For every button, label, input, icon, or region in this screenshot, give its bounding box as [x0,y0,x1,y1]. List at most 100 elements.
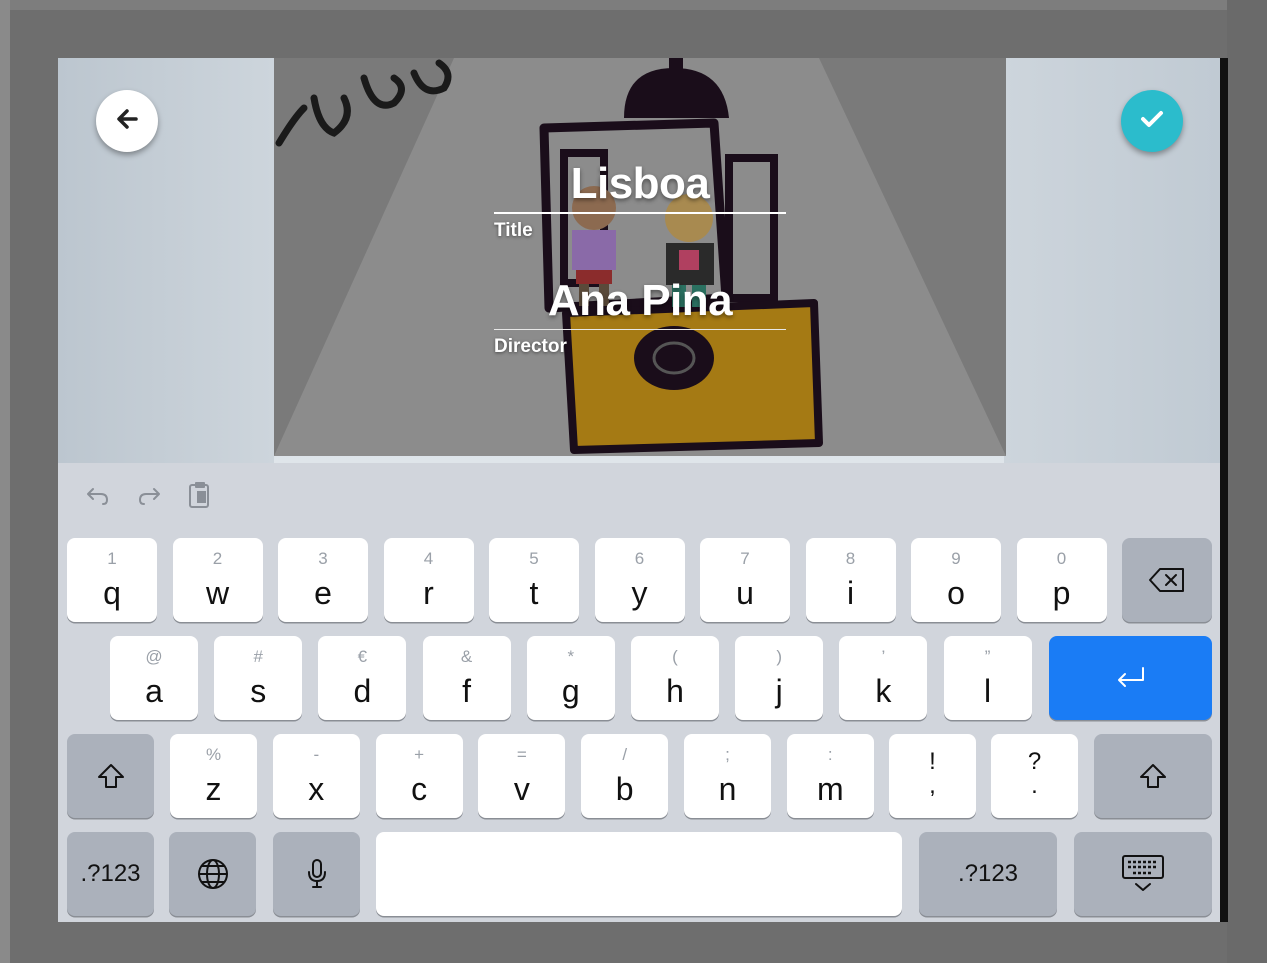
numbers-key-right[interactable]: .?123 [919,832,1057,916]
key-alt-char: ; [725,745,730,764]
key-alt-char: 0 [1056,549,1067,568]
key-p[interactable]: 0p [1016,538,1107,622]
key-question-period[interactable]: ? . [991,734,1078,818]
key-b[interactable]: / b [581,734,669,818]
key-main-char: d [353,673,372,709]
key-u[interactable]: 7u [700,538,790,622]
key-alt-char: 3 [318,549,328,568]
key-alt-char: : [827,745,833,764]
key-o[interactable]: 9o [911,538,1001,622]
key-main-char: y [631,575,648,611]
key-alt-char: ( [672,647,678,666]
key-d[interactable]: € d [318,636,407,720]
key-exclamation-comma[interactable]: ! , [889,734,976,818]
key-n[interactable]: ; n [684,734,771,818]
key-s[interactable]: # s [214,636,303,720]
key-alt-char: ) [776,647,783,666]
space-key[interactable] [376,832,902,916]
key-alt-char: ” [984,647,991,666]
title-underline [494,212,786,214]
key-v[interactable]: = v [478,734,566,818]
key-alt-char: 8 [845,549,856,568]
key-j[interactable]: ) j [735,636,824,720]
key-alt-char: € [357,647,368,666]
key-y[interactable]: 6y [594,538,685,622]
key-main-char: e [314,575,332,611]
key-alt-char: 5 [529,549,539,568]
backspace-icon [1122,538,1212,622]
key-alt-char: 2 [212,549,223,568]
shift-key-left[interactable] [67,734,154,818]
key-c[interactable]: + c [375,734,463,818]
return-key[interactable] [1049,636,1212,720]
director-input[interactable]: Ana Pina [494,275,786,327]
key-alt-char: 1 [107,549,117,568]
director-field[interactable]: Ana Pina Director [494,275,786,358]
shift-key-right[interactable] [1094,734,1212,818]
key-alt-char: @ [145,647,163,666]
key-alt-char: # [253,647,263,666]
key-g[interactable]: * g [526,636,615,720]
microphone-key[interactable] [273,832,360,916]
key-alt-char: - [313,745,320,764]
device-edge [1220,58,1228,922]
return-icon [1049,636,1212,720]
key-x[interactable]: -x [272,734,360,818]
hide-keyboard-key[interactable] [1074,832,1212,916]
key-main-char: n [718,771,737,807]
key-main-char: i [846,575,855,611]
key-main-char: f [462,673,472,709]
title-input[interactable]: Lisboa [494,158,786,210]
keyboard-hide-icon [1074,832,1212,916]
stage-wall-right [1004,58,1220,463]
key-alt-char: 9 [951,549,961,568]
stage-wall-left [58,58,274,463]
key-l[interactable]: ” l [943,636,1032,720]
director-underline [494,329,786,330]
key-top-char: ? [1027,748,1042,775]
key-alt-char: % [205,745,222,764]
globe-key[interactable] [169,832,256,916]
numbers-key-left[interactable]: .?123 [67,832,154,916]
outer-frame-left [0,0,10,963]
backspace-key[interactable] [1122,538,1212,622]
key-k[interactable]: ’ k [839,636,928,720]
undo-icon[interactable] [84,481,112,509]
key-m[interactable]: :m [786,734,874,818]
key-f[interactable]: & f [422,636,511,720]
key-main-char: r [423,575,434,611]
key-main-char: a [145,673,163,709]
key-main-char: t [529,575,539,611]
key-main-char: v [513,771,530,807]
key-alt-char: = [516,745,527,764]
key-main-char: z [205,771,222,807]
paste-icon[interactable] [186,481,214,509]
key-t[interactable]: 5t [489,538,579,622]
key-main-char: c [411,771,428,807]
key-w[interactable]: 2w [172,538,263,622]
key-main-char: x [308,771,325,807]
key-i[interactable]: 8i [805,538,896,622]
arrow-left-icon [115,108,139,135]
key-q[interactable]: 1q [67,538,157,622]
key-e[interactable]: 3e [278,538,368,622]
checkmark-icon [1140,109,1164,134]
tablet-screen: Lisboa Title Ana Pina Director 1q2w3e4r5… [58,58,1226,922]
key-main-char: g [561,673,580,709]
drawing-illustration [274,58,1006,456]
confirm-button[interactable] [1121,90,1183,152]
key-a[interactable]: @ a [110,636,198,720]
title-field[interactable]: Lisboa Title [494,158,786,242]
back-button[interactable] [96,90,158,152]
redo-icon[interactable] [135,481,163,509]
key-alt-char: 4 [423,549,434,568]
key-main-char: w [205,575,230,611]
key-main-char: m [816,771,844,807]
key-alt-char: / [622,745,628,764]
key-h[interactable]: (h [631,636,719,720]
shift-icon [1094,734,1212,818]
globe-icon [169,832,256,916]
key-z[interactable]: % z [170,734,257,818]
key-r[interactable]: 4r [383,538,474,622]
key-main-char: b [615,771,634,807]
